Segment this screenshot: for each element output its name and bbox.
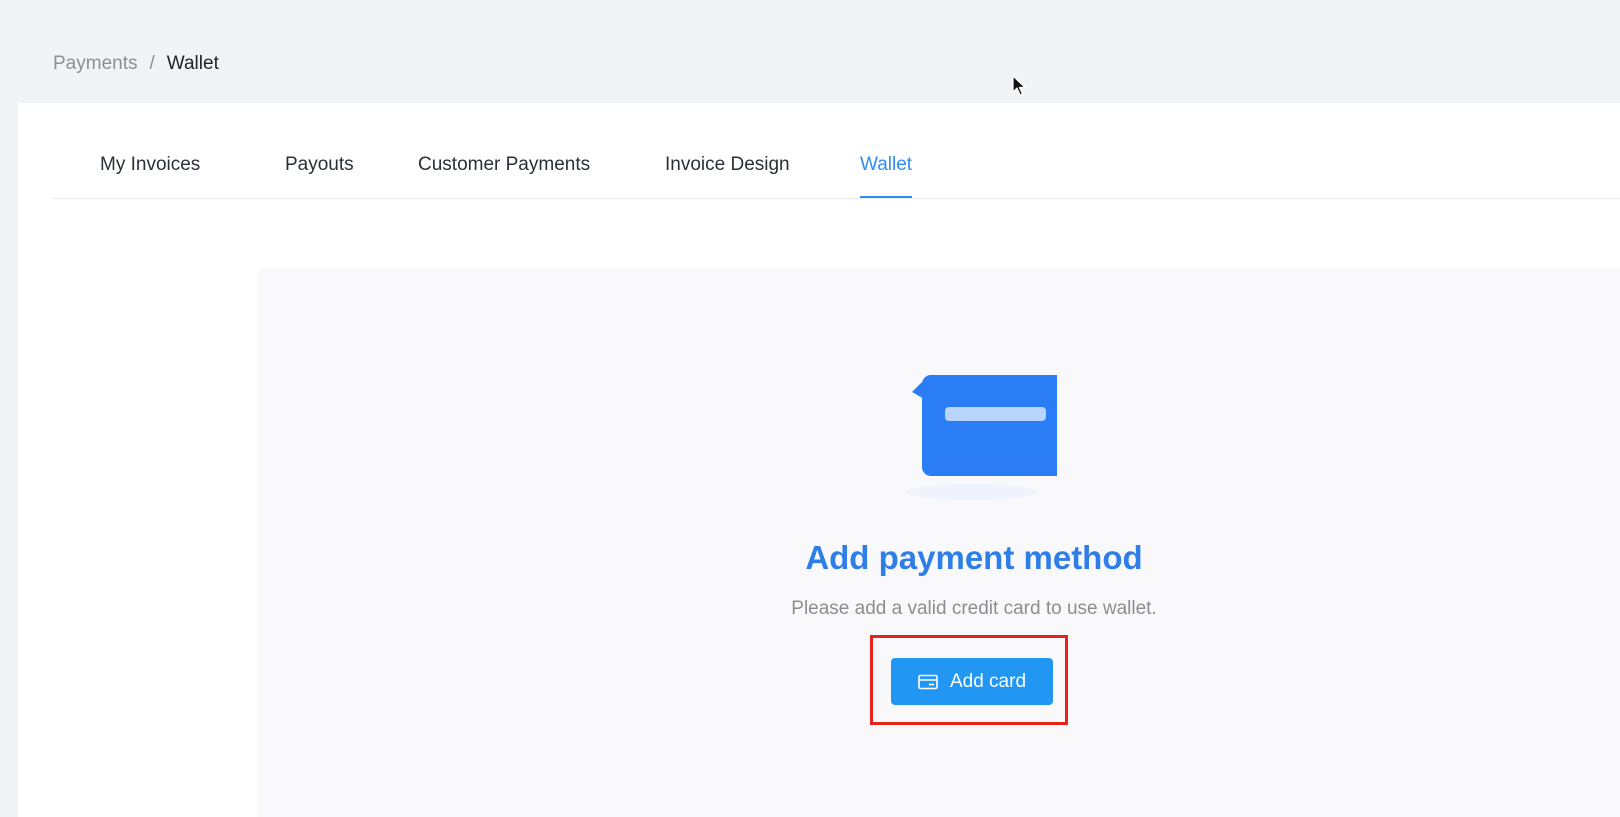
tab-label: Invoice Design [665,154,790,175]
tab-invoice-design[interactable]: Invoice Design [665,153,790,177]
breadcrumb-payments-link[interactable]: Payments [53,52,137,76]
mouse-cursor-icon [1012,75,1026,96]
empty-state-subtitle: Please add a valid credit card to use wa… [791,598,1157,619]
tab-label: Payouts [285,154,354,175]
tab-my-invoices[interactable]: My Invoices [100,153,200,177]
tab-label: Wallet [860,154,913,175]
tab-customer-payments[interactable]: Customer Payments [418,153,590,177]
add-card-button[interactable]: Add card [891,658,1053,705]
tab-label: Customer Payments [418,154,591,175]
main-card: My Invoices Payouts Customer Payments In… [18,103,1620,817]
tab-label: My Invoices [100,154,201,175]
page: Payments / Wallet My Invoices Payouts Cu… [0,0,1620,817]
breadcrumb-current: Wallet [166,53,219,74]
active-tab-indicator [860,196,913,198]
tab-payouts[interactable]: Payouts [285,153,354,177]
add-card-button-label: Add card [949,670,1027,692]
empty-state-title: Add payment method [805,539,1143,576]
breadcrumb-separator: / [149,53,155,74]
credit-card-icon [918,674,938,689]
credit-card-illustration-icon [906,375,1057,500]
tab-bar: My Invoices Payouts Customer Payments In… [52,103,1620,199]
tab-wallet[interactable]: Wallet [860,153,913,198]
breadcrumb: Payments / Wallet [53,52,219,76]
empty-state-panel: Add payment method Please add a valid cr… [258,268,1620,817]
